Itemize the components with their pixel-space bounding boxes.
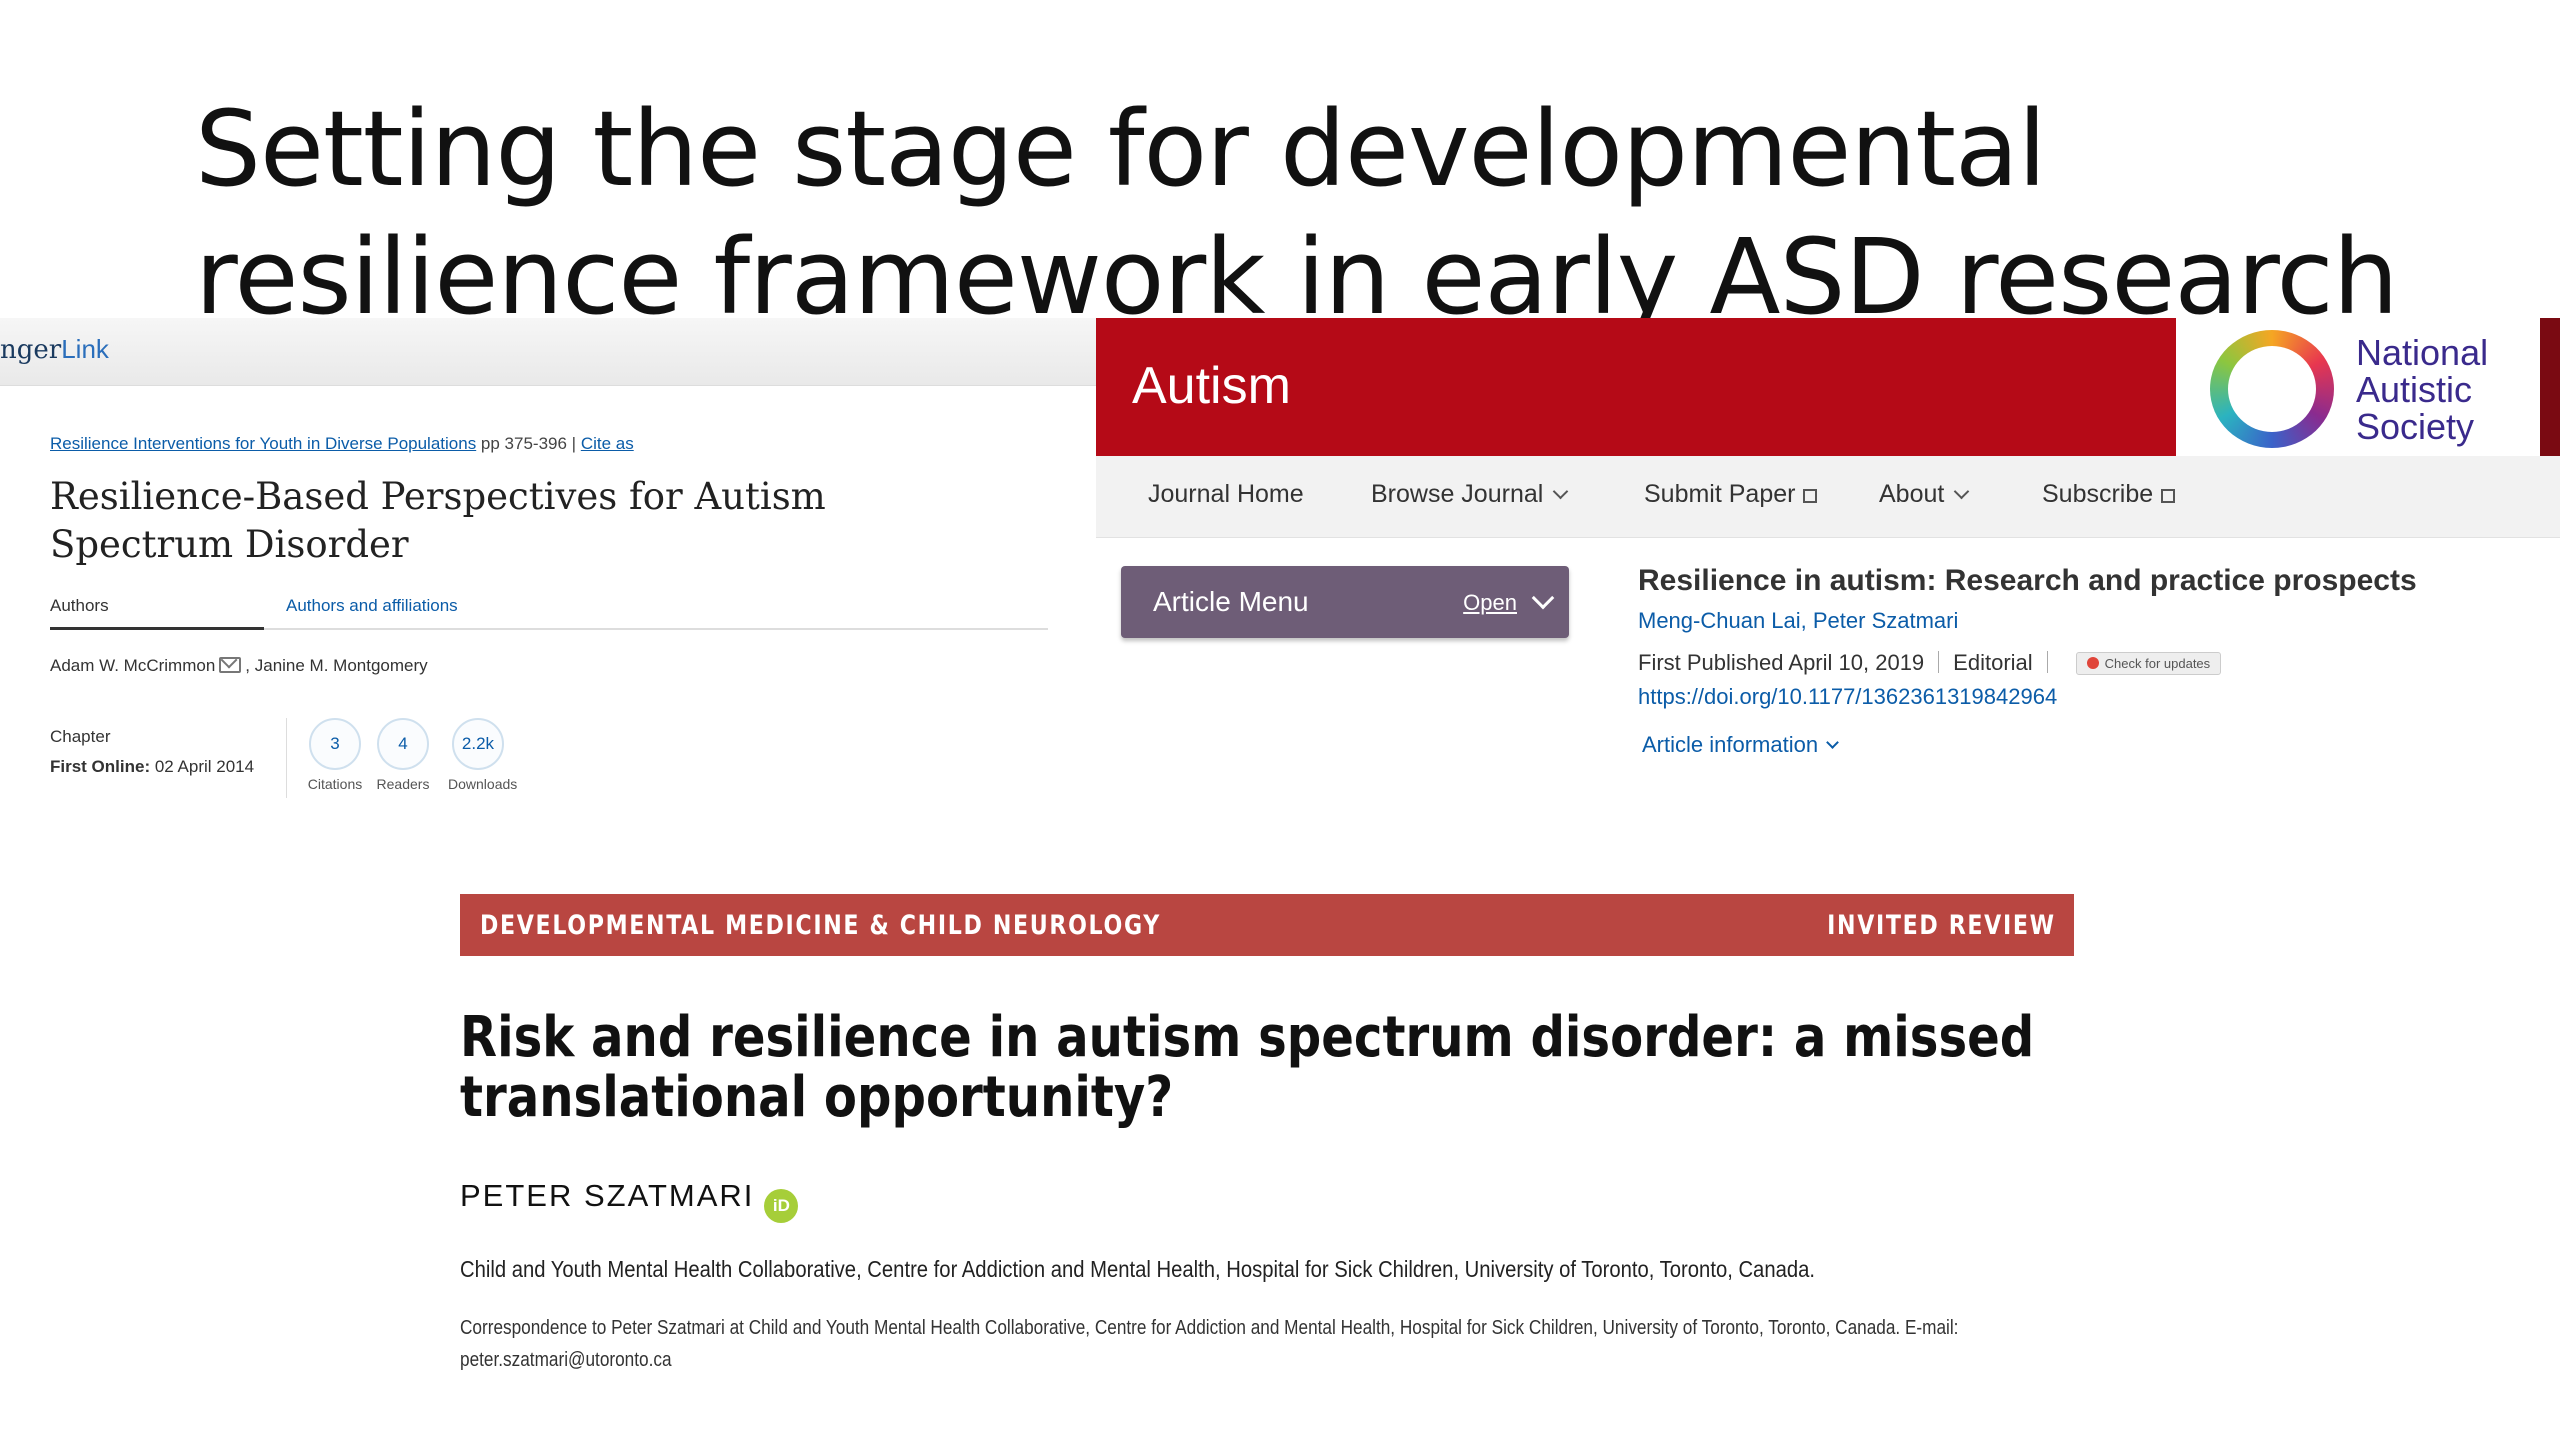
journal-nav: Journal Home Browse Journal Submit Paper… <box>1096 456 2560 538</box>
springer-panel: ngerLink Resilience Interventions for Yo… <box>0 318 1096 814</box>
nav-submit-paper[interactable]: Submit Paper <box>1644 480 1818 509</box>
chevron-down-icon <box>1954 483 1970 500</box>
metrics-divider <box>286 718 287 798</box>
nav-label: Submit Paper <box>1644 480 1796 508</box>
banner-edge <box>2540 318 2560 456</box>
springer-logo-part2: Link <box>61 334 109 364</box>
metric-citations[interactable]: 3 Citations <box>305 718 365 792</box>
nav-journal-home[interactable]: Journal Home <box>1148 480 1304 509</box>
author-link[interactable]: Adam W. McCrimmon <box>50 656 215 675</box>
divider <box>2046 651 2048 673</box>
metric-label: Readers <box>376 776 430 792</box>
article-authors[interactable]: Meng-Chuan Lai, Peter Szatmari <box>1638 608 1958 634</box>
chapter-info: Chapter First Online: 02 April 2014 <box>50 722 254 782</box>
nas-logo-line: Autistic <box>2356 369 2473 410</box>
chevron-down-icon <box>1531 586 1555 610</box>
nav-label: Subscribe <box>2042 480 2154 508</box>
external-link-icon <box>1803 489 1818 503</box>
dmcn-affiliation: Child and Youth Mental Health Collaborat… <box>460 1256 1815 1282</box>
journal-name[interactable]: Autism <box>1132 356 1291 416</box>
metric-value: 4 <box>377 718 429 770</box>
metric-value: 2.2k <box>452 718 504 770</box>
dmcn-article-title: Risk and resilience in autism spectrum d… <box>460 1005 2035 1130</box>
article-information-toggle[interactable]: Article information <box>1642 732 1839 758</box>
article-information-label: Article information <box>1642 732 1819 757</box>
book-link[interactable]: Resilience Interventions for Youth in Di… <box>50 434 476 453</box>
dmcn-correspondence: Correspondence to Peter Szatmari at Chil… <box>460 1317 1959 1371</box>
first-published: First Published April 10, 2019 <box>1638 650 1925 675</box>
nas-logo[interactable]: National Autistic Society <box>2176 318 2540 456</box>
nas-logo-text: National Autistic Society <box>2356 334 2488 445</box>
divider <box>1938 651 1940 673</box>
chevron-down-icon <box>1826 736 1839 749</box>
chevron-down-icon <box>1553 483 1569 500</box>
nav-about[interactable]: About <box>1879 480 1970 509</box>
tab-authors-affiliations[interactable]: Authors and affiliations <box>286 596 458 624</box>
first-online-label: First Online: <box>50 757 151 776</box>
first-online-date: 02 April 2014 <box>150 757 255 776</box>
mail-icon[interactable] <box>219 657 242 673</box>
nas-ring-icon <box>2210 330 2334 448</box>
article-menu-open[interactable]: Open <box>1463 590 1517 616</box>
chapter-label: Chapter <box>50 727 111 746</box>
nav-browse-journal[interactable]: Browse Journal <box>1371 480 1569 509</box>
springer-tabs: Authors Authors and affiliations <box>50 596 1048 630</box>
tab-authors[interactable]: Authors <box>50 596 264 630</box>
metric-label: Citations <box>307 776 363 792</box>
publication-info: First Published April 10, 2019 Editorial C… <box>1638 650 2222 676</box>
orcid-icon[interactable]: iD <box>764 1189 799 1223</box>
nav-subscribe[interactable]: Subscribe <box>2042 480 2176 509</box>
slide-title: Setting the stage for developmental resi… <box>195 88 2399 338</box>
dmcn-author: PETER SZATMARI iD <box>460 1178 799 1223</box>
springer-authors: Adam W. McCrimmon , Janine M. Montgomery <box>50 656 428 676</box>
chapter-title: Resilience-Based Perspectives for Autism… <box>50 475 826 566</box>
external-link-icon <box>2161 489 2176 503</box>
cite-as-link[interactable]: Cite as <box>581 434 634 453</box>
author-link[interactable]: , Janine M. Montgomery <box>245 656 427 675</box>
dmcn-journal-name: DEVELOPMENTAL MEDICINE & CHILD NEUROLOGY <box>480 910 1161 941</box>
autism-journal-panel: Autism National Autistic Society Journal… <box>1096 318 2560 814</box>
first-online: First Online: 02 April 2014 <box>50 752 254 782</box>
updates-icon <box>2086 657 2099 669</box>
dmcn-section: INVITED REVIEW <box>1827 910 2056 941</box>
article-menu-label: Article Menu <box>1153 586 1309 617</box>
book-pages: pp 375-396 | <box>476 434 581 453</box>
dmcn-journal-bar: DEVELOPMENTAL MEDICINE & CHILD NEUROLOGY… <box>460 894 2074 956</box>
metric-downloads[interactable]: 2.2k Downloads <box>448 718 518 792</box>
article-menu-button[interactable]: Article Menu Open <box>1121 566 1569 638</box>
nas-logo-line: Society <box>2356 406 2475 447</box>
nav-label: Browse Journal <box>1371 480 1544 508</box>
springer-header: ngerLink <box>0 318 1096 386</box>
metric-readers[interactable]: 4 Readers <box>373 718 433 792</box>
nav-label: About <box>1879 480 1945 508</box>
metric-value: 3 <box>309 718 361 770</box>
nas-logo-line: National <box>2356 332 2489 373</box>
metric-label: Downloads <box>448 776 518 792</box>
springer-logo[interactable]: ngerLink <box>0 334 109 365</box>
autism-banner: Autism <box>1096 318 2176 456</box>
springer-logo-part1: nger <box>0 335 62 365</box>
doi-link[interactable]: https://doi.org/10.1177/1362361319842964 <box>1638 684 2057 710</box>
check-updates-button[interactable]: Check for updates <box>2075 652 2222 675</box>
springer-book-line: Resilience Interventions for Youth in Di… <box>50 434 634 454</box>
article-title: Resilience in autism: Research and pract… <box>1638 564 2417 597</box>
updates-label: Check for updates <box>2104 656 2211 671</box>
dmcn-author-name: PETER SZATMARI <box>460 1178 755 1213</box>
article-type: Editorial <box>1953 650 2033 675</box>
nav-label: Journal Home <box>1148 480 1304 508</box>
